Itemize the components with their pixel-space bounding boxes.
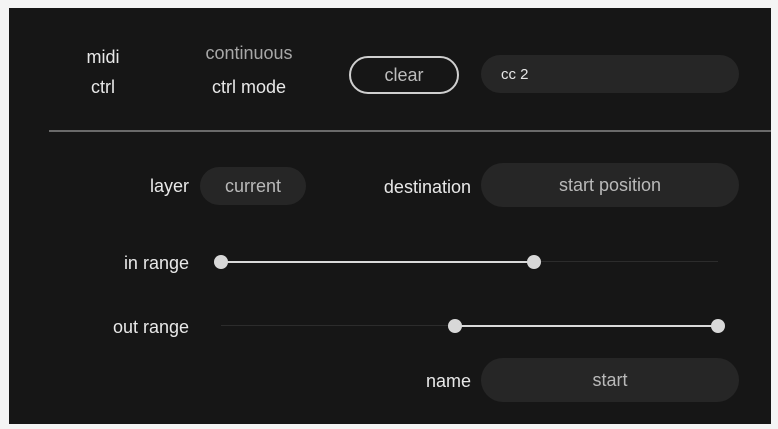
layer-selector[interactable]: current [200, 167, 306, 205]
cc-selector-value: cc 2 [501, 65, 529, 83]
out-range-fill [454, 325, 718, 327]
name-value: start [592, 369, 628, 390]
out-range-min-handle[interactable] [447, 319, 462, 333]
midi-mapping-panel: midi ctrl continuous ctrl mode clear cc … [9, 8, 771, 424]
in-range-min-handle[interactable] [214, 255, 228, 269]
destination-value: start position [558, 174, 662, 195]
out-range-max-handle[interactable] [711, 319, 725, 333]
in-range-slider[interactable] [214, 252, 718, 272]
out-range-label: out range [112, 317, 189, 337]
header-divider [49, 130, 771, 132]
layer-label: layer [149, 176, 189, 196]
in-range-max-handle[interactable] [527, 255, 542, 269]
name-input[interactable]: start [481, 358, 739, 402]
destination-selector[interactable]: start position [481, 163, 739, 207]
layer-value: current [224, 175, 282, 196]
clear-button-label: clear [384, 64, 424, 85]
in-range-fill [221, 261, 535, 263]
in-range-label: in range [123, 253, 189, 273]
midi-label: midi [86, 47, 120, 67]
cc-selector[interactable]: cc 2 [481, 55, 739, 93]
clear-button[interactable]: clear [349, 56, 459, 94]
ctrl-label: ctrl [91, 77, 115, 97]
out-range-slider[interactable] [221, 316, 725, 336]
destination-label: destination [383, 177, 471, 197]
name-label: name [425, 371, 471, 391]
continuous-label: continuous [205, 43, 293, 63]
ctrl-mode-label: ctrl mode [211, 77, 287, 97]
